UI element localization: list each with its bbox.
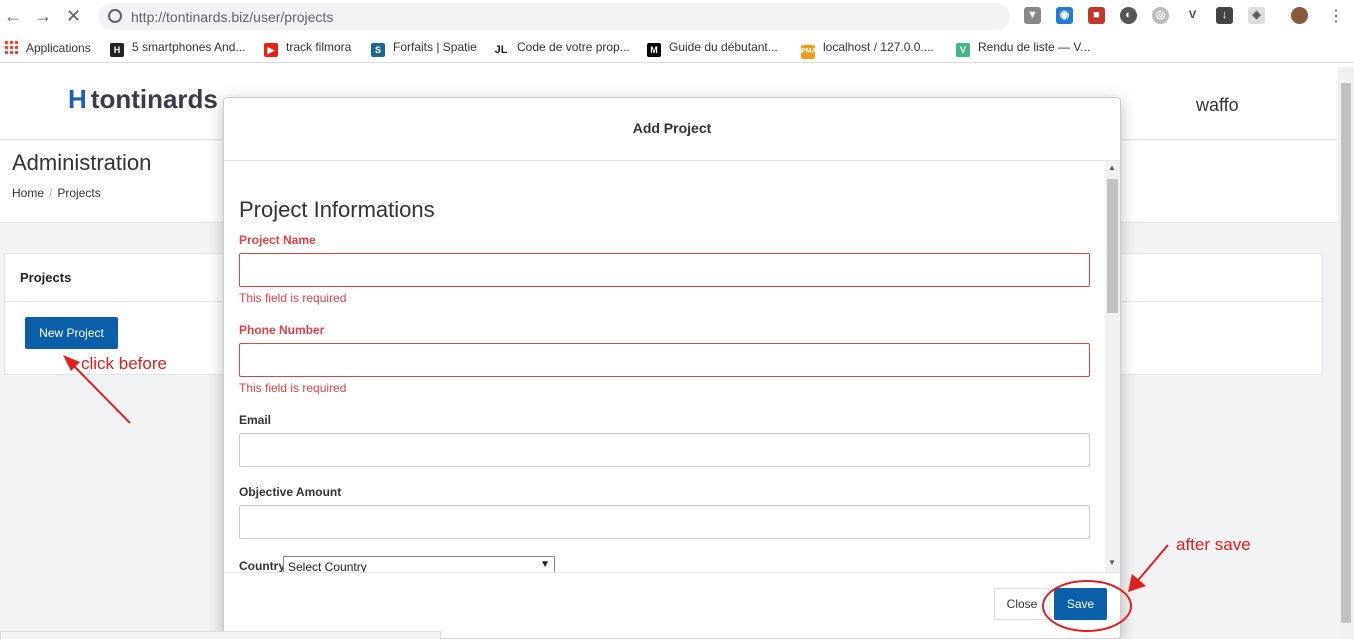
annotation-after-save: after save <box>1176 535 1251 554</box>
username[interactable]: waffo <box>1196 95 1239 116</box>
page-scrollbar-thumb[interactable] <box>1341 83 1351 623</box>
breadcrumb-separator: / <box>49 186 53 200</box>
s-site-icon: S <box>371 43 385 57</box>
bookmark-label: localhost / 127.0.0.... <box>823 40 934 54</box>
dark-mode-extension-icon[interactable]: ◐ <box>1120 7 1137 24</box>
bookmark-label: Code de votre prop... <box>517 40 630 54</box>
logo-h-icon: H <box>68 84 87 114</box>
browser-toolbar: ← → ✕ http://tontinards.biz/user/project… <box>0 0 1354 33</box>
project-name-error: This field is required <box>239 291 347 305</box>
bookmark-label: Forfaits | Spatie <box>393 40 477 54</box>
bookmark-smartphones[interactable]: H 5 smartphones And... <box>110 40 245 57</box>
target-extension-icon[interactable]: ◎ <box>1152 7 1169 24</box>
phpmyadmin-icon: PMA <box>801 45 817 59</box>
back-arrow-icon[interactable]: ← <box>4 6 22 27</box>
section-title: Project Informations <box>239 197 435 222</box>
bookmark-code[interactable]: JL Code de votre prop... <box>493 40 630 57</box>
stop-loading-icon[interactable]: ✕ <box>66 6 81 27</box>
download-extension-icon[interactable]: ↓ <box>1216 7 1233 24</box>
new-project-button[interactable]: New Project <box>25 317 118 349</box>
page-scrollbar[interactable] <box>1338 67 1354 639</box>
phone-number-error: This field is required <box>239 381 347 395</box>
bookmark-localhost[interactable]: PMA localhost / 127.0.0.... <box>801 40 934 59</box>
breadcrumb: Home / Projects <box>12 186 101 200</box>
browser-status-bar <box>0 631 441 639</box>
vimeo-extension-icon[interactable]: V <box>1184 7 1201 24</box>
close-button[interactable]: Close <box>994 588 1050 620</box>
ublock-extension-icon[interactable]: ■ <box>1088 7 1105 24</box>
country-label: Country <box>239 559 285 572</box>
modal-title: Add Project <box>224 98 1120 161</box>
page-title: Administration <box>12 150 152 175</box>
bookmark-track-filmora[interactable]: ▶ track filmora <box>264 40 351 57</box>
logo-text: tontinards <box>90 84 218 114</box>
medium-icon: M <box>647 43 661 57</box>
bookmark-label: 5 smartphones And... <box>132 40 246 54</box>
chat-extension-icon[interactable]: ◉ <box>1056 7 1073 24</box>
breadcrumb-projects: Projects <box>57 186 101 200</box>
modal-footer: Close Save <box>224 572 1120 638</box>
puzzle-extension-icon[interactable]: ◈ <box>1248 7 1265 24</box>
bookmark-label: Applications <box>26 41 91 55</box>
phone-number-label: Phone Number <box>239 323 325 337</box>
breadcrumb-home[interactable]: Home <box>12 186 44 200</box>
bookmark-applications[interactable]: Applications <box>4 40 91 55</box>
modal-scrollbar-thumb[interactable] <box>1107 179 1118 313</box>
browser-menu-icon[interactable]: ⋮ <box>1328 6 1344 26</box>
vue-icon: V <box>956 43 970 57</box>
email-label: Email <box>239 413 272 427</box>
jl-site-icon: JL <box>493 43 509 57</box>
project-name-label: Project Name <box>239 233 316 247</box>
globe-icon <box>108 9 122 23</box>
scroll-down-icon[interactable]: ▼ <box>1108 558 1116 567</box>
country-selected-value: Select Country <box>288 560 367 572</box>
bookmark-guide[interactable]: M Guide du débutant... <box>647 40 778 57</box>
url-text[interactable]: http://tontinards.biz/user/projects <box>131 9 333 25</box>
bookmark-rendu-liste[interactable]: V Rendu de liste — V... <box>956 40 1090 57</box>
project-name-input[interactable] <box>239 253 1090 287</box>
modal-scrollbar[interactable]: ▲ ▼ <box>1105 161 1120 572</box>
objective-amount-input[interactable] <box>239 505 1090 539</box>
scroll-up-icon[interactable]: ▲ <box>1108 163 1116 172</box>
bookmarks-bar: Applications H 5 smartphones And... ▶ trac… <box>0 33 1354 63</box>
site-logo[interactable]: Htontinards <box>68 84 218 115</box>
country-select[interactable]: Select Country ▼ <box>283 556 555 572</box>
annotation-click-before: click before <box>81 354 167 373</box>
apps-grid-icon <box>4 40 18 54</box>
bookmark-label: Guide du débutant... <box>669 40 778 54</box>
modal-body: Project Informations Project Name This f… <box>224 161 1120 572</box>
dropdown-arrow-icon: ▼ <box>540 559 550 570</box>
forward-arrow-icon[interactable]: → <box>34 6 52 27</box>
email-input[interactable] <box>239 433 1090 467</box>
bookmark-label: Rendu de liste — V... <box>978 40 1091 54</box>
objective-amount-label: Objective Amount <box>239 485 342 499</box>
save-button[interactable]: Save <box>1054 588 1107 620</box>
bookmark-forfaits[interactable]: S Forfaits | Spatie <box>371 40 477 57</box>
add-project-modal: Add Project Project Informations Project… <box>223 97 1121 639</box>
phone-number-input[interactable] <box>239 343 1090 377</box>
bookmark-label: track filmora <box>286 40 352 54</box>
vivaldi-extension-icon[interactable]: ▼ <box>1024 7 1041 24</box>
h-site-icon: H <box>110 43 124 57</box>
address-bar[interactable]: http://tontinards.biz/user/projects <box>98 3 1010 30</box>
youtube-icon: ▶ <box>264 43 278 57</box>
profile-avatar-icon[interactable] <box>1291 7 1308 24</box>
